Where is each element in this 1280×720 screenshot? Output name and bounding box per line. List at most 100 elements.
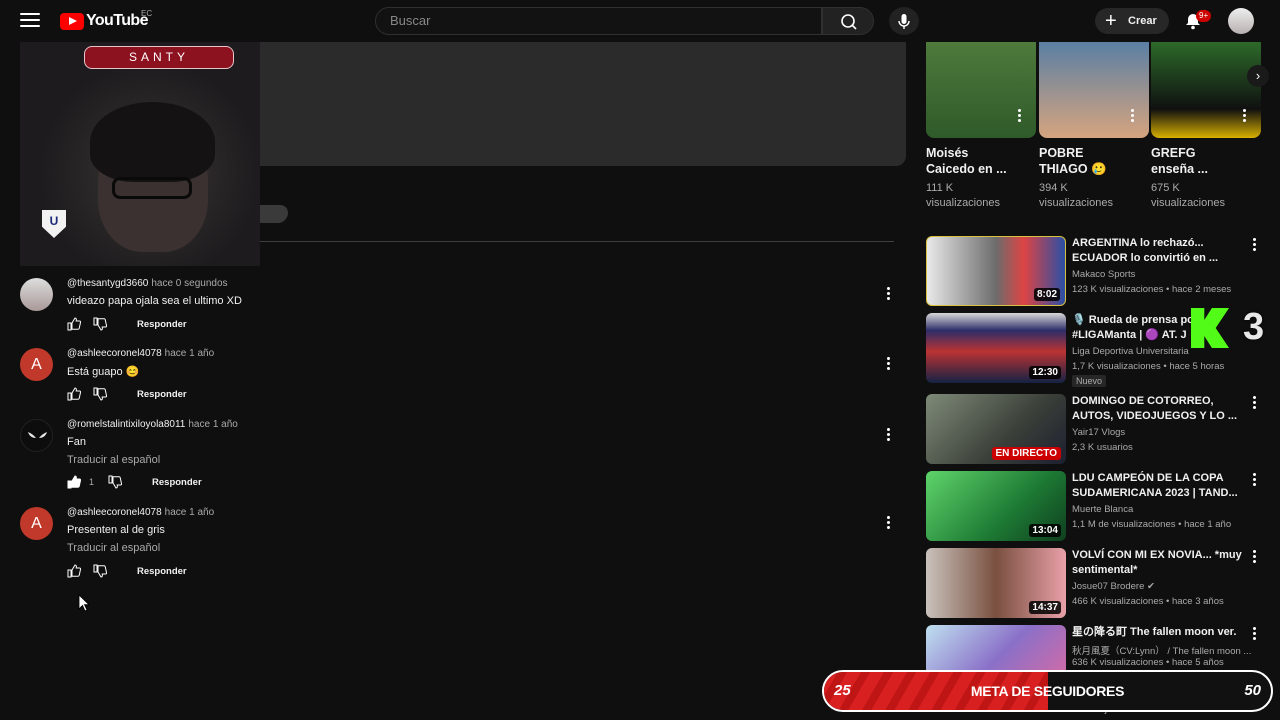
video-title[interactable]: ARGENTINA lo rechazó... ECUADOR lo convi… <box>1072 236 1248 266</box>
video-duration: 14:37 <box>1029 601 1061 614</box>
voice-search-button[interactable] <box>889 7 919 35</box>
commenter-avatar[interactable] <box>20 278 53 311</box>
video-more-icon[interactable] <box>1253 550 1257 564</box>
channel-name[interactable]: Makaco Sports <box>1072 269 1135 280</box>
account-avatar[interactable] <box>1228 8 1254 34</box>
kick-counter: 3 <box>1243 306 1265 348</box>
reply-button[interactable]: Responder <box>137 566 187 577</box>
create-button[interactable]: + Crear <box>1095 8 1169 34</box>
search-button[interactable] <box>822 7 874 35</box>
video-title[interactable]: 星の降る町 The fallen moon ver. <box>1072 625 1248 640</box>
comment-author[interactable]: @thesantygd3660 hace 0 segundos <box>67 278 228 289</box>
comment-more-icon[interactable] <box>887 516 891 530</box>
video-meta: 1,7 K visualizaciones • hace 5 horas <box>1072 361 1225 372</box>
dislike-icon[interactable] <box>93 317 107 331</box>
reply-button[interactable]: Responder <box>137 319 187 330</box>
mouse-cursor-icon <box>78 594 90 612</box>
comment-actions: 1 Responder <box>67 474 202 490</box>
reply-button[interactable]: Responder <box>137 389 187 400</box>
channel-name[interactable]: 秋月風夏（CV:Lynn） / The fallen moon ... <box>1072 643 1252 657</box>
shelf-item[interactable]: Moisés Caicedo en ... 111 Kvisualizacion… <box>926 42 1036 211</box>
comment-time[interactable]: hace 1 año <box>188 419 238 430</box>
recommendation-item[interactable]: 12:30 🎙️ Rueda de prensa po #LIGAManta |… <box>926 313 1272 387</box>
comment-time[interactable]: hace 0 segundos <box>151 278 227 289</box>
comment-item: @romelstalintixiloyola8011 hace 1 año Fan… <box>20 419 910 495</box>
youtube-logo[interactable]: YouTube EC <box>60 9 152 30</box>
commenter-avatar[interactable]: A <box>20 507 53 540</box>
shelf-views: 111 Kvisualizaciones <box>926 182 1000 209</box>
goal-end-value: 50 <box>1244 682 1261 699</box>
follower-goal-bar: 25 META DE SEGUIDORES 50 <box>822 670 1273 712</box>
streamer-nameplate: SANTY <box>84 46 234 69</box>
top-header: YouTube EC Buscar + Crear 9+ <box>0 0 1280 42</box>
chevron-right-icon[interactable]: › <box>1247 65 1269 87</box>
commenter-avatar[interactable] <box>20 419 53 452</box>
recommendation-item[interactable]: 8:02 ARGENTINA lo rechazó... ECUADOR lo … <box>926 236 1272 306</box>
video-more-icon[interactable] <box>1253 238 1257 252</box>
shelf-thumbnail[interactable] <box>926 42 1036 138</box>
shelf-item[interactable]: POBRE THIAGO 🥲 394 Kvisualizaciones <box>1039 42 1149 211</box>
comment-author[interactable]: @ashleecoronel4078 hace 1 año <box>67 348 214 359</box>
video-thumbnail[interactable]: EN DIRECTO <box>926 394 1066 464</box>
commenter-avatar[interactable]: A <box>20 348 53 381</box>
comment-author[interactable]: @romelstalintixiloyola8011 hace 1 año <box>67 419 238 430</box>
translate-link[interactable]: Traducir al español <box>67 454 160 466</box>
comment-text: videazo papa ojala sea el ultimo XD <box>67 295 242 307</box>
streamer-glasses <box>112 177 192 199</box>
like-icon[interactable] <box>67 387 81 401</box>
shelf-more-icon[interactable] <box>1018 109 1022 123</box>
like-icon[interactable] <box>67 475 81 489</box>
comment-item: A @ashleecoronel4078 hace 1 año Está guap… <box>20 348 910 404</box>
comment-more-icon[interactable] <box>887 428 891 442</box>
video-thumbnail[interactable]: 14:37 <box>926 548 1066 618</box>
shelf-thumbnail[interactable] <box>1039 42 1149 138</box>
shelf-item[interactable]: GREFG enseña ... 675 Kvisualizaciones <box>1151 42 1261 211</box>
recommendation-item[interactable]: 13:04 LDU CAMPEÓN DE LA COPA SUDAMERICAN… <box>926 471 1272 541</box>
search-input[interactable]: Buscar <box>375 7 822 35</box>
like-icon[interactable] <box>67 564 81 578</box>
channel-name[interactable]: Muerte Blanca <box>1072 504 1133 515</box>
video-title[interactable]: DOMINGO DE COTORREO, AUTOS, VIDEOJUEGOS … <box>1072 394 1248 424</box>
reply-button[interactable]: Responder <box>152 477 202 488</box>
video-title[interactable]: VOLVÍ CON MI EX NOVIA... *muy sentimenta… <box>1072 548 1248 578</box>
comment-author[interactable]: @ashleecoronel4078 hace 1 año <box>67 507 214 518</box>
video-more-icon[interactable] <box>1253 396 1257 410</box>
notifications-badge: 9+ <box>1196 10 1212 22</box>
dislike-icon[interactable] <box>93 387 107 401</box>
video-more-icon[interactable] <box>1253 473 1257 487</box>
comment-more-icon[interactable] <box>887 357 891 371</box>
video-thumbnail[interactable]: 12:30 <box>926 313 1066 383</box>
shelf-title[interactable]: Moisés Caicedo en ... <box>926 145 1012 177</box>
video-thumbnail[interactable]: 8:02 <box>926 236 1066 306</box>
video-title[interactable]: 🎙️ Rueda de prensa po #LIGAManta | 🟣 AT.… <box>1072 313 1202 343</box>
recommendation-item[interactable]: 14:37 VOLVÍ CON MI EX NOVIA... *muy sent… <box>926 548 1272 618</box>
live-badge: EN DIRECTO <box>991 447 1061 460</box>
dislike-icon[interactable] <box>93 564 107 578</box>
translate-link[interactable]: Traducir al español <box>67 542 160 554</box>
recommendation-item[interactable]: EN DIRECTO DOMINGO DE COTORREO, AUTOS, V… <box>926 394 1272 464</box>
comment-time[interactable]: hace 1 año <box>165 348 215 359</box>
venom-avatar-icon <box>28 432 47 438</box>
video-more-icon[interactable] <box>1253 627 1257 641</box>
video-title[interactable]: LDU CAMPEÓN DE LA COPA SUDAMERICANA 2023… <box>1072 471 1248 501</box>
shelf-thumbnail[interactable] <box>1151 42 1261 138</box>
comments-divider <box>260 241 894 242</box>
channel-name[interactable]: Liga Deportiva Universitaria <box>1072 346 1189 357</box>
comment-time[interactable]: hace 1 año <box>165 507 215 518</box>
comment-more-icon[interactable] <box>887 287 891 301</box>
shelf-title[interactable]: GREFG enseña ... <box>1151 145 1237 177</box>
search-icon <box>841 14 857 30</box>
shelf-title[interactable]: POBRE THIAGO 🥲 <box>1039 145 1125 177</box>
streamer-webcam: SANTY U <box>20 42 260 266</box>
shelf-more-icon[interactable] <box>1131 109 1135 123</box>
shelf-more-icon[interactable] <box>1243 109 1247 123</box>
comment-text: Presenten al de gris <box>67 524 165 536</box>
like-icon[interactable] <box>67 317 81 331</box>
hamburger-menu-icon[interactable] <box>20 13 40 29</box>
video-thumbnail[interactable]: 13:04 <box>926 471 1066 541</box>
channel-name[interactable]: Yair17 Vlogs <box>1072 427 1125 438</box>
like-count: 1 <box>89 477 95 487</box>
dislike-icon[interactable] <box>108 475 123 489</box>
channel-name[interactable]: Josue07 Brodere ✔ <box>1072 581 1155 592</box>
comment-item: @thesantygd3660 hace 0 segundos videazo p… <box>20 278 910 334</box>
